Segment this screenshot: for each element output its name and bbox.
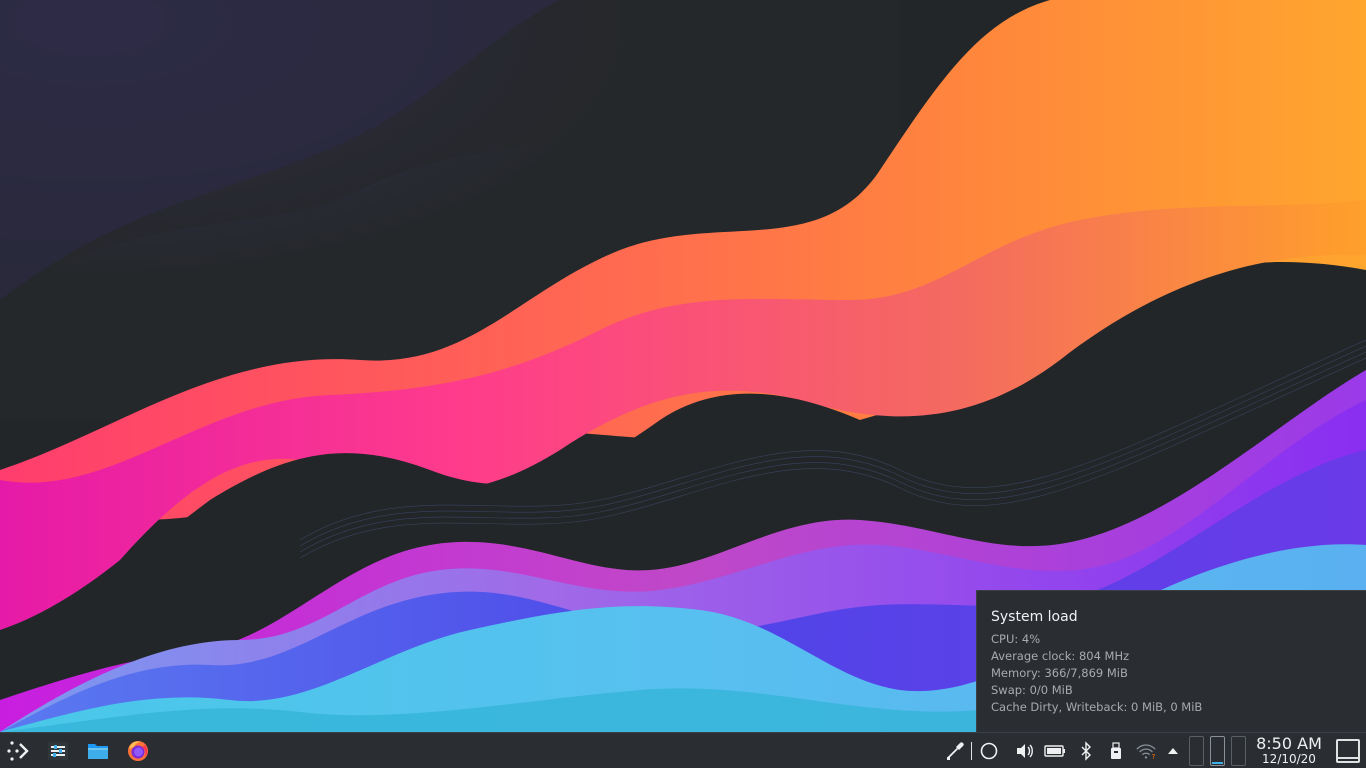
system-settings-icon[interactable] (44, 737, 72, 765)
tooltip-title: System load (991, 609, 1078, 625)
tooltip-cache-line: Cache Dirty, Writeback: 0 MiB, 0 MiB (991, 700, 1203, 714)
file-manager-icon[interactable] (84, 737, 112, 765)
network-wifi-icon[interactable]: ? (1135, 740, 1157, 762)
tray-separator (971, 742, 972, 760)
tooltip-clock-line: Average clock: 804 MHz (991, 649, 1130, 663)
digital-clock[interactable]: 8:50 AM 12/10/20 (1250, 735, 1328, 766)
volume-icon[interactable] (1014, 740, 1036, 762)
show-desktop-icon[interactable] (1336, 739, 1360, 763)
svg-text:?: ? (1152, 752, 1156, 761)
system-load-icon[interactable] (978, 740, 1000, 762)
virtual-desktop-2[interactable] (1210, 736, 1225, 766)
virtual-desktop-3[interactable] (1231, 736, 1246, 766)
battery-icon[interactable] (1044, 740, 1066, 762)
virtual-desktop-1[interactable] (1189, 736, 1204, 766)
bluetooth-icon[interactable] (1075, 740, 1097, 762)
clock-time: 8:50 AM (1256, 734, 1322, 753)
application-launcher-icon[interactable] (4, 737, 32, 765)
usb-device-icon[interactable] (1105, 740, 1127, 762)
tooltip-swap-line: Swap: 0/0 MiB (991, 683, 1073, 697)
clock-date: 12/10/20 (1262, 752, 1316, 766)
taskbar-panel: ? 8:50 AM 12/10/20 (0, 732, 1366, 768)
firefox-icon[interactable] (124, 737, 152, 765)
tooltip-memory-line: Memory: 366/7,869 MiB (991, 666, 1128, 680)
tooltip-cpu-line: CPU: 4% (991, 632, 1041, 646)
color-picker-icon[interactable] (944, 740, 966, 762)
expand-tray-icon[interactable] (1162, 740, 1184, 762)
system-load-tooltip: System load CPU: 4% Average clock: 804 M… (976, 590, 1366, 732)
